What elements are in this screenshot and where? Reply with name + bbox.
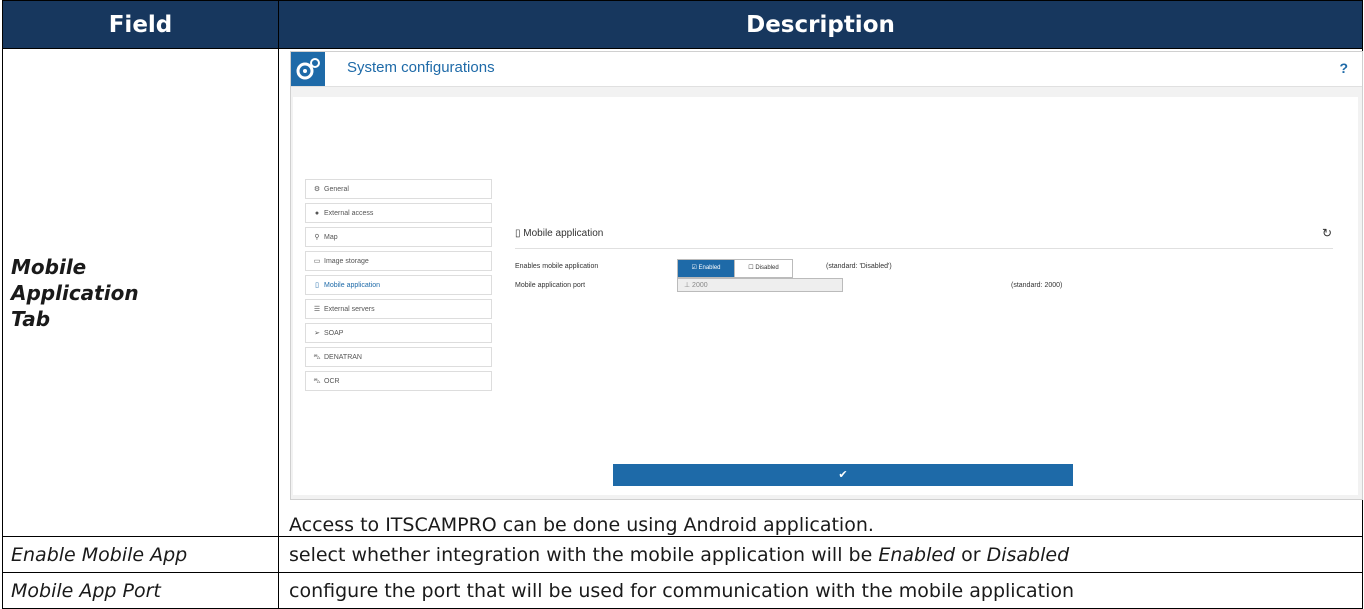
nav-item-soap[interactable]: ➢ SOAP bbox=[305, 323, 492, 343]
system-configurations-screenshot: System configurations ? ⚙ General ● Extern… bbox=[290, 51, 1363, 500]
enable-mobile-label: Enables mobile application bbox=[515, 263, 599, 270]
nav-item-denatran[interactable]: ⛍ DENATRAN bbox=[305, 347, 492, 367]
toggle-disabled-button[interactable]: ☐ Disabled bbox=[734, 260, 792, 277]
car-icon: ⛍ bbox=[313, 354, 321, 361]
screenshot-caption: Access to ITSCAMPRO can be done using An… bbox=[289, 514, 874, 536]
sitemap-icon: ⊥ bbox=[684, 282, 693, 289]
save-button[interactable]: ✔ bbox=[613, 464, 1073, 486]
section-title: ▯ Mobile application bbox=[515, 228, 604, 239]
car-icon: ⛍ bbox=[313, 378, 321, 385]
nav-item-general[interactable]: ⚙ General bbox=[305, 179, 492, 199]
map-pin-icon: ⚲ bbox=[314, 234, 320, 241]
list-icon: ☰ bbox=[313, 306, 321, 313]
screenshot-title: System configurations bbox=[347, 59, 495, 76]
gears-icon bbox=[291, 52, 325, 86]
configuration-panel: ⚙ General ● External access ⚲ Map ▭ Image st… bbox=[293, 97, 1358, 495]
port-label: Mobile application port bbox=[515, 282, 586, 289]
description-mobile-app-port: configure the port that will be used for… bbox=[278, 572, 1363, 609]
screenshot-header: System configurations ? bbox=[291, 52, 1362, 87]
nav-item-external-access[interactable]: ● External access bbox=[305, 203, 492, 223]
enable-standard-note: (standard: 'Disabled') bbox=[826, 263, 892, 270]
nav-item-image-storage[interactable]: ▭ Image storage bbox=[305, 251, 492, 271]
description-screenshot-cell: System configurations ? ⚙ General ● Extern… bbox=[278, 48, 1363, 537]
mobile-icon: ▯ bbox=[315, 282, 319, 289]
enable-toggle: ☑ Enabled ☐ Disabled bbox=[677, 259, 793, 278]
reset-icon[interactable]: ↻ bbox=[1322, 226, 1332, 240]
port-input[interactable]: ⊥ 2000 bbox=[677, 278, 843, 292]
checkbox-checked-icon: ☑ bbox=[691, 265, 699, 271]
nav-item-ocr[interactable]: ⛍ OCR bbox=[305, 371, 492, 391]
hdd-icon: ▭ bbox=[313, 258, 321, 265]
globe-icon: ● bbox=[314, 210, 320, 217]
header-description: Description bbox=[278, 0, 1363, 49]
document-table: Field Description Mobile Application Tab… bbox=[2, 0, 1363, 609]
nav-item-mobile-application[interactable]: ▯ Mobile application bbox=[305, 275, 492, 295]
description-enable-mobile-app: select whether integration with the mobi… bbox=[278, 536, 1363, 573]
section-divider bbox=[515, 248, 1333, 249]
gear-icon: ⚙ bbox=[313, 186, 321, 193]
help-icon[interactable]: ? bbox=[1339, 60, 1348, 76]
field-mobile-application-tab: Mobile Application Tab bbox=[2, 48, 279, 537]
field-enable-mobile-app: Enable Mobile App bbox=[2, 536, 279, 573]
toggle-enabled-button[interactable]: ☑ Enabled bbox=[678, 260, 734, 277]
send-icon: ➢ bbox=[314, 330, 320, 337]
nav-item-map[interactable]: ⚲ Map bbox=[305, 227, 492, 247]
nav-item-external-servers[interactable]: ☰ External servers bbox=[305, 299, 492, 319]
field-mobile-app-port: Mobile App Port bbox=[2, 572, 279, 609]
header-field: Field bbox=[2, 0, 279, 49]
check-icon: ✔ bbox=[838, 469, 848, 481]
port-standard-note: (standard: 2000) bbox=[1011, 282, 1063, 289]
